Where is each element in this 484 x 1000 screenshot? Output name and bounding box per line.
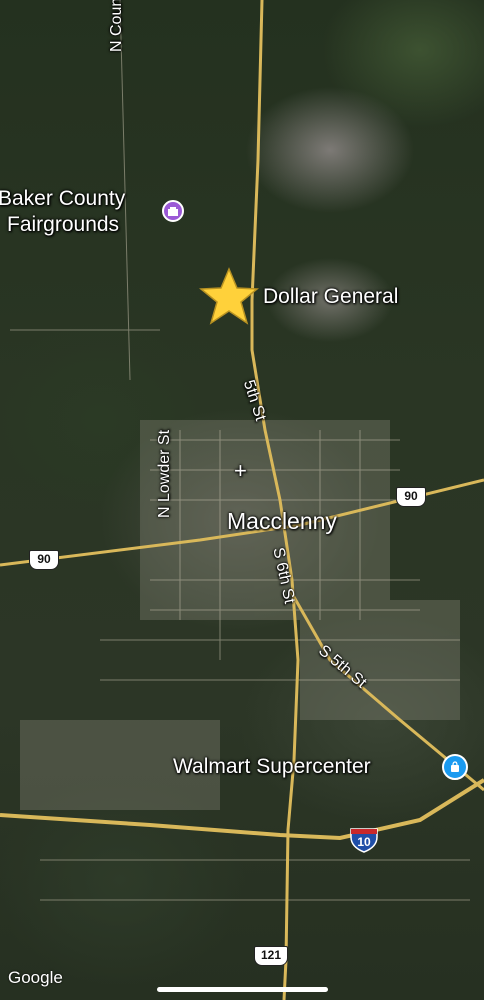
google-attribution: Google bbox=[8, 968, 63, 987]
us-90-shield-east: 90 bbox=[396, 487, 426, 507]
landmark-icon bbox=[162, 200, 184, 222]
home-indicator-bar[interactable] bbox=[157, 987, 328, 992]
town-label-macclenny: Macclenny bbox=[227, 508, 337, 534]
place-label-dollar-general: Dollar General bbox=[263, 285, 399, 308]
place-label-walmart: Walmart Supercenter bbox=[173, 755, 371, 778]
street-label-n-lowder-st: N Lowder St bbox=[156, 429, 173, 518]
place-label-line2: Fairgrounds bbox=[7, 213, 120, 236]
interstate-10-label: 10 bbox=[357, 835, 371, 849]
shopping-bag-icon bbox=[442, 754, 468, 780]
star-icon bbox=[199, 267, 259, 325]
satellite-map[interactable]: N Coun 5th St N Lowder St S 6th St S 5th… bbox=[0, 0, 484, 1000]
place-label-line1: Baker County bbox=[0, 187, 126, 210]
place-label-fairgrounds: Baker County Fairgrounds bbox=[0, 186, 125, 238]
street-label-n-county: N Coun bbox=[108, 0, 125, 52]
us-90-shield-west: 90 bbox=[29, 550, 59, 570]
state-road-121-shield: 121 bbox=[254, 946, 288, 966]
cross-icon: + bbox=[234, 458, 247, 483]
interstate-10-shield: 10 bbox=[350, 827, 378, 853]
